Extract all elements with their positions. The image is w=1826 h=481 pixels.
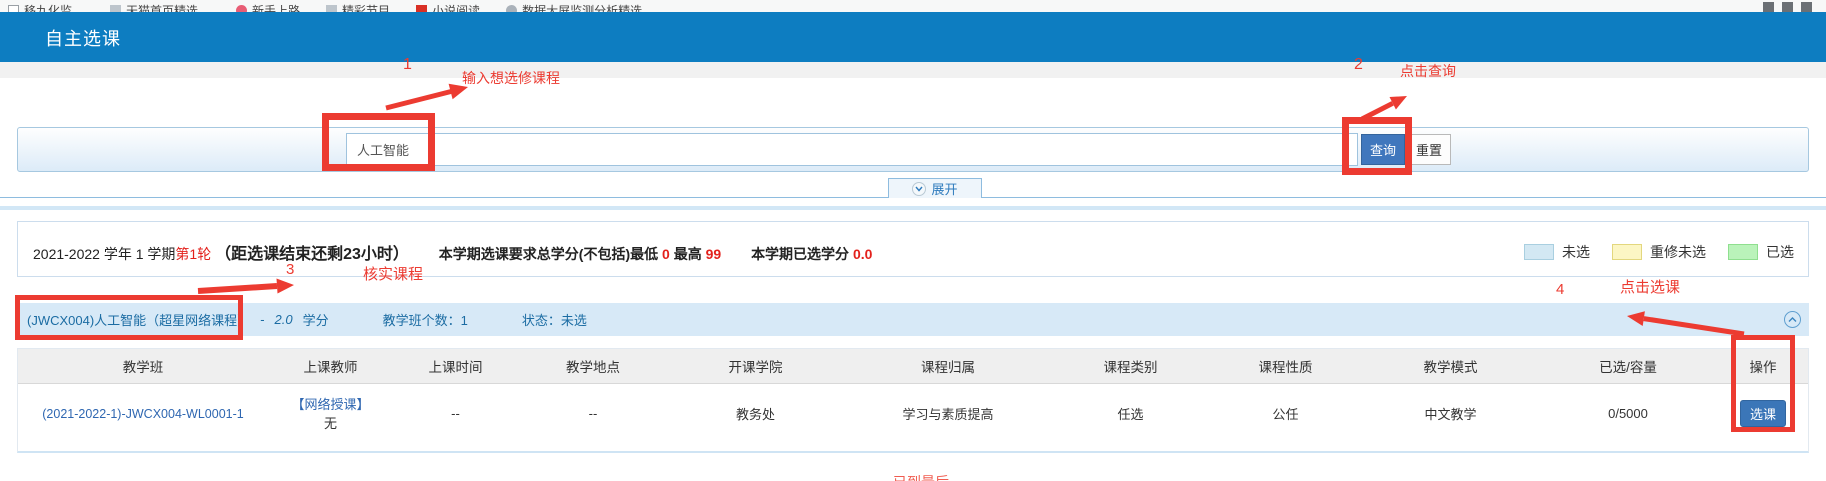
bookmark-item[interactable]: 移九化监…	[8, 2, 84, 12]
pick-course-button[interactable]: 选课	[1740, 400, 1786, 427]
bookmark-item[interactable]: 精彩节目	[326, 2, 390, 12]
col-mode: 教学模式	[1363, 349, 1538, 383]
page-icon	[8, 5, 19, 12]
bookmark-label: 精彩节目	[342, 2, 390, 12]
class-mode: 中文教学	[1363, 383, 1538, 443]
class-college: 教务处	[668, 383, 843, 443]
col-time: 上课时间	[393, 349, 518, 383]
col-category: 课程类别	[1053, 349, 1208, 383]
round-text: 第1轮	[175, 246, 211, 262]
col-nature: 课程性质	[1208, 349, 1363, 383]
course-status: 状态：未选	[522, 310, 587, 329]
arrow-to-input	[386, 84, 468, 108]
reset-button[interactable]: 重置	[1407, 134, 1451, 165]
col-class: 教学班	[18, 349, 268, 383]
expand-label: 展开	[931, 179, 957, 198]
class-code-link[interactable]: (2021-2022-1)-JWCX004-WL0001-1	[42, 407, 243, 421]
step1-number: 1	[403, 56, 412, 74]
table-row: (2021-2022-1)-JWCX004-WL0001-1 【网络授课】 无 …	[18, 383, 1808, 443]
col-teacher: 上课教师	[268, 349, 393, 383]
step3-number: 3	[286, 261, 294, 278]
step2-label: 点击查询	[1400, 61, 1456, 81]
arrow-to-course	[198, 279, 294, 294]
bookmark-item[interactable]: 小说阅读	[416, 2, 480, 12]
unselected-swatch	[1524, 244, 1554, 260]
browser-toolbar-icons[interactable]	[1763, 2, 1812, 12]
credit-requirement-text: 本学期选课要求总学分(不包括)最低	[439, 246, 658, 262]
course-title: (JWCX004)人工智能（超星网络课程）	[27, 310, 250, 329]
bookmark-item[interactable]: 天猫首页精选…	[110, 2, 210, 12]
bookmark-label: 新手上路	[252, 2, 300, 12]
page-header: 自主选课	[0, 12, 1826, 62]
col-place: 教学地点	[518, 349, 668, 383]
step1-label: 输入想选修课程	[462, 68, 560, 88]
section-divider	[0, 206, 1826, 210]
col-capacity: 已选/容量	[1538, 349, 1718, 383]
header-divider	[0, 62, 1826, 78]
folder-icon	[110, 5, 121, 12]
course-dash: -	[260, 312, 264, 327]
page-title: 自主选课	[45, 25, 121, 51]
chevron-down-icon	[912, 182, 926, 196]
col-belong: 课程归属	[843, 349, 1053, 383]
col-college: 开课学院	[668, 349, 843, 383]
class-table: 教学班 上课教师 上课时间 教学地点 开课学院 课程归属 课程类别 课程性质 教…	[18, 349, 1808, 443]
legend-item-unselected: 未选	[1524, 242, 1590, 262]
class-nature: 公任	[1208, 383, 1363, 443]
step4-label: 点击选课	[1620, 276, 1680, 297]
class-table-container: 教学班 上课教师 上课时间 教学地点 开课学院 课程归属 课程类别 课程性质 教…	[17, 348, 1809, 453]
toolbar-icon	[1782, 2, 1793, 12]
bookmark-item[interactable]: 新手上路	[236, 2, 300, 12]
countdown-text: （距选课结束还剩23小时）	[215, 246, 409, 263]
selected-swatch	[1728, 244, 1758, 260]
class-time: --	[393, 383, 518, 443]
course-credits-unit: 学分	[303, 310, 329, 329]
max-credit: 99	[706, 246, 722, 262]
folder-icon	[326, 5, 337, 12]
course-credits: 2.0	[275, 312, 293, 327]
selected-credit-label: 本学期已选学分	[751, 246, 849, 262]
query-button[interactable]: 查询	[1361, 134, 1405, 165]
class-capacity: 0/5000	[1538, 383, 1718, 443]
bookmark-label: 数据大屏监测分析精选…	[522, 2, 654, 12]
retake-swatch	[1612, 244, 1642, 260]
bookmark-label: 天猫首页精选…	[126, 2, 210, 12]
semester-info-text: 2021-2022 学年 1 学期第1轮 （距选课结束还剩23小时） 本学期选课…	[33, 240, 872, 264]
table-header-row: 教学班 上课教师 上课时间 教学地点 开课学院 课程归属 课程类别 课程性质 教…	[18, 349, 1808, 383]
legend-item-selected: 已选	[1728, 242, 1794, 262]
toolbar-icon	[1801, 2, 1812, 12]
selected-credit: 0.0	[853, 246, 872, 262]
course-search-input[interactable]	[346, 133, 1358, 166]
teacher-name: 无	[268, 413, 393, 432]
legend-item-retake: 重修未选	[1612, 242, 1706, 262]
chevron-up-icon[interactable]	[1784, 311, 1801, 328]
class-category: 任选	[1053, 383, 1208, 443]
end-of-list-text: 已到最后	[893, 472, 949, 481]
browser-bookmarks-bar: 移九化监… 天猫首页精选… 新手上路 精彩节目 小说阅读 数据大屏监测分析精选…	[0, 0, 1826, 12]
arrow-to-query	[1362, 96, 1407, 119]
teaching-mode-tag: 【网络授课】	[268, 394, 393, 413]
class-count: 教学班个数：1	[383, 310, 468, 329]
bookmark-label: 移九化监…	[24, 2, 84, 12]
globe-icon	[506, 5, 517, 12]
col-action: 操作	[1718, 349, 1808, 383]
expand-filters-tab[interactable]: 展开	[888, 178, 982, 198]
dot-icon	[236, 5, 247, 12]
course-group-bar[interactable]: (JWCX004)人工智能（超星网络课程） - 2.0 学分 教学班个数：1 状…	[17, 303, 1809, 336]
course-selection-page: 移九化监… 天猫首页精选… 新手上路 精彩节目 小说阅读 数据大屏监测分析精选……	[0, 0, 1826, 481]
term-text: 2021-2022 学年 1 学期	[33, 246, 175, 262]
min-credit: 0	[662, 246, 670, 262]
max-label: 最高	[674, 246, 702, 262]
step4-number: 4	[1556, 281, 1564, 298]
step3-label: 核实课程	[363, 263, 423, 284]
redsq-icon	[416, 5, 427, 12]
step2-number: 2	[1354, 56, 1363, 74]
class-place: --	[518, 383, 668, 443]
status-legend: 未选 重修未选 已选	[1524, 242, 1794, 262]
search-panel: 查询 重置	[17, 127, 1809, 172]
class-belong: 学习与素质提高	[843, 383, 1053, 443]
printer-icon	[1763, 2, 1774, 12]
bookmark-item[interactable]: 数据大屏监测分析精选…	[506, 2, 654, 12]
bookmark-label: 小说阅读	[432, 2, 480, 12]
